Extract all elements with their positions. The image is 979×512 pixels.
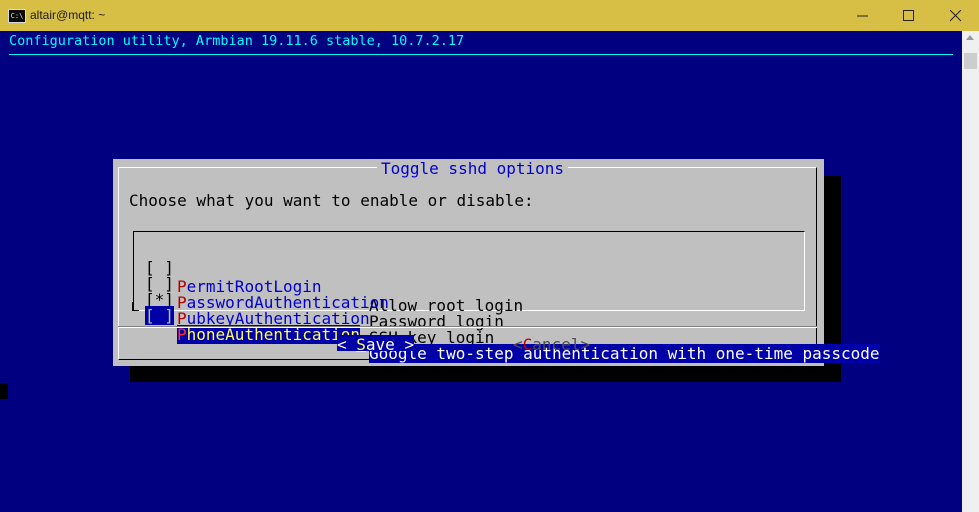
- minimize-button[interactable]: [840, 0, 886, 31]
- scroll-up-arrow-icon[interactable]: [966, 35, 974, 40]
- toggle-sshd-dialog: Toggle sshd options Choose what you want…: [113, 159, 880, 366]
- maximize-icon: [903, 10, 914, 21]
- dialog-prompt: Choose what you want to enable or disabl…: [129, 191, 534, 210]
- close-button[interactable]: [933, 0, 979, 31]
- save-button[interactable]: < Save >: [337, 335, 415, 354]
- close-icon: [950, 10, 962, 22]
- options-checklist[interactable]: [ ] PermitRootLogin Allow root login [ ]…: [132, 231, 880, 363]
- terminal-cursor: [0, 383, 8, 399]
- checkbox[interactable]: [ ]: [145, 306, 174, 325]
- window-title: altair@mqtt: ~: [30, 8, 106, 22]
- button-separator-highlight: [118, 327, 817, 328]
- list-item[interactable]: [ ] PasswordAuthentication Password logi…: [145, 255, 504, 331]
- list-item[interactable]: [*] PubkeyAuthentication SSH key login: [145, 271, 494, 347]
- list-corner-mark: [132, 302, 139, 311]
- option-description: Google two-step authentication with one-…: [369, 344, 880, 363]
- maximize-button[interactable]: [886, 0, 932, 31]
- list-item[interactable]: [ ] PermitRootLogin Allow root login: [145, 239, 523, 315]
- minimize-icon: [857, 15, 868, 17]
- backtitle: Configuration utility, Armbian 19.11.6 s…: [9, 33, 465, 49]
- backtitle-rule: [9, 54, 953, 55]
- cancel-button[interactable]: <Cancel>: [513, 335, 590, 354]
- dialog-title: Toggle sshd options: [377, 159, 569, 178]
- window-titlebar[interactable]: C:\ altair@mqtt: ~: [0, 0, 979, 31]
- terminal-icon[interactable]: C:\: [8, 9, 26, 23]
- scroll-thumb[interactable]: [964, 53, 977, 69]
- vertical-scrollbar[interactable]: [962, 31, 979, 512]
- list-item-selected[interactable]: [ ] PhoneAuthentication Google two-step …: [145, 287, 880, 363]
